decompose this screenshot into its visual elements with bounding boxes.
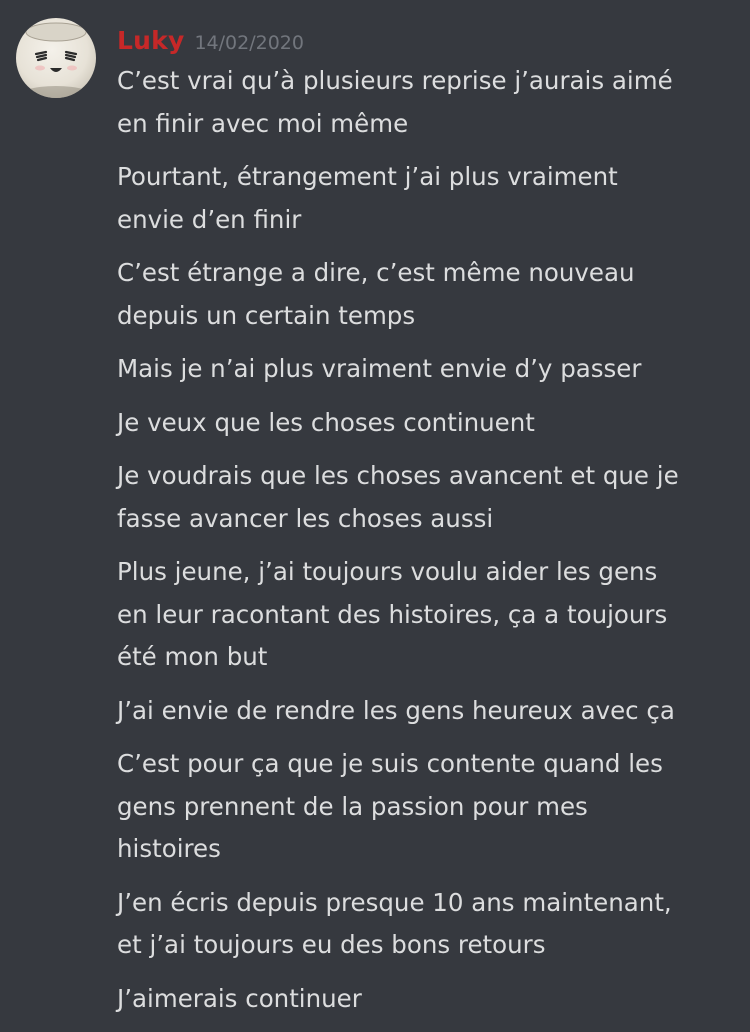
message-text: Je voudrais que les choses avancent et q…: [117, 461, 679, 533]
message-text: C’est étrange a dire, c’est même nouveau…: [117, 258, 635, 330]
message-text: C’est vrai qu’à plusieurs reprise j’aura…: [117, 66, 673, 138]
username[interactable]: Luky: [117, 26, 184, 55]
message-text: Je veux que les choses continuent: [117, 407, 535, 437]
timestamp: 14/02/2020: [194, 32, 304, 54]
smiling-cup-avatar-icon: [16, 22, 96, 98]
message-list: C’est vrai qu’à plusieurs reprise j’aura…: [117, 60, 727, 1031]
message-text: J’en écris depuis presque 10 ans mainten…: [117, 887, 672, 960]
message-text: J’aimerais continuer: [117, 983, 362, 1013]
message-text: J’ai envie de rendre les gens heureux av…: [117, 695, 675, 725]
message-group: Luky 14/02/2020 C’est vrai qu’à plusieur…: [0, 0, 750, 1032]
message-text: Plus jeune, j’ai toujours voulu aider le…: [117, 557, 668, 671]
message-text: C’est pour ça que je suis contente quand…: [117, 749, 663, 863]
message-text: Pourtant, étrangement j’ai plus vraiment…: [117, 162, 618, 234]
message-text: Mais je n’ai plus vraiment envie d’y pas…: [117, 354, 642, 383]
message-header: Luky 14/02/2020: [117, 26, 304, 56]
avatar[interactable]: [16, 18, 96, 98]
